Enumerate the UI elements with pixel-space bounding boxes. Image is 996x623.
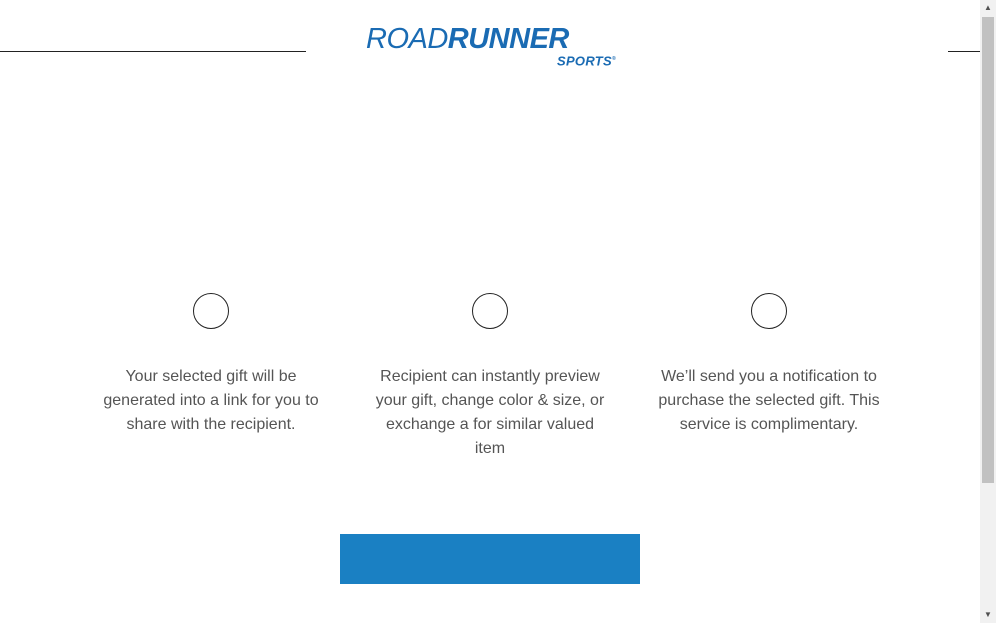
step-3-text: We’ll send you a notification to purchas… xyxy=(658,368,880,433)
scrollbar-thumb[interactable] xyxy=(982,17,994,483)
scroll-up-arrow-icon[interactable]: ▲ xyxy=(980,0,996,16)
scroll-down-arrow-icon[interactable]: ▼ xyxy=(980,607,996,623)
logo-registered-mark: ® xyxy=(612,56,616,62)
header-divider-left xyxy=(0,51,306,52)
step-3-circle-icon xyxy=(751,293,787,329)
roadrunner-sports-logo[interactable]: ROADRUNNER SPORTS® xyxy=(366,22,616,70)
logo-road: ROAD xyxy=(366,23,448,55)
step-2-text: Recipient can instantly preview your gif… xyxy=(375,368,605,457)
get-gift-link-button[interactable] xyxy=(340,534,640,584)
step-1-text: Your selected gift will be generated int… xyxy=(103,368,319,433)
vertical-scrollbar[interactable]: ▲ ▼ xyxy=(980,0,996,623)
logo-subtitle: SPORTS® xyxy=(557,51,616,69)
step-1-circle-icon xyxy=(193,293,229,329)
logo-runner: RUNNER xyxy=(447,23,570,55)
logo-sports: SPORTS xyxy=(556,53,613,69)
header-divider-right xyxy=(948,51,980,52)
logo-wordmark: ROADRUNNER xyxy=(366,22,569,56)
step-2-circle-icon xyxy=(472,293,508,329)
